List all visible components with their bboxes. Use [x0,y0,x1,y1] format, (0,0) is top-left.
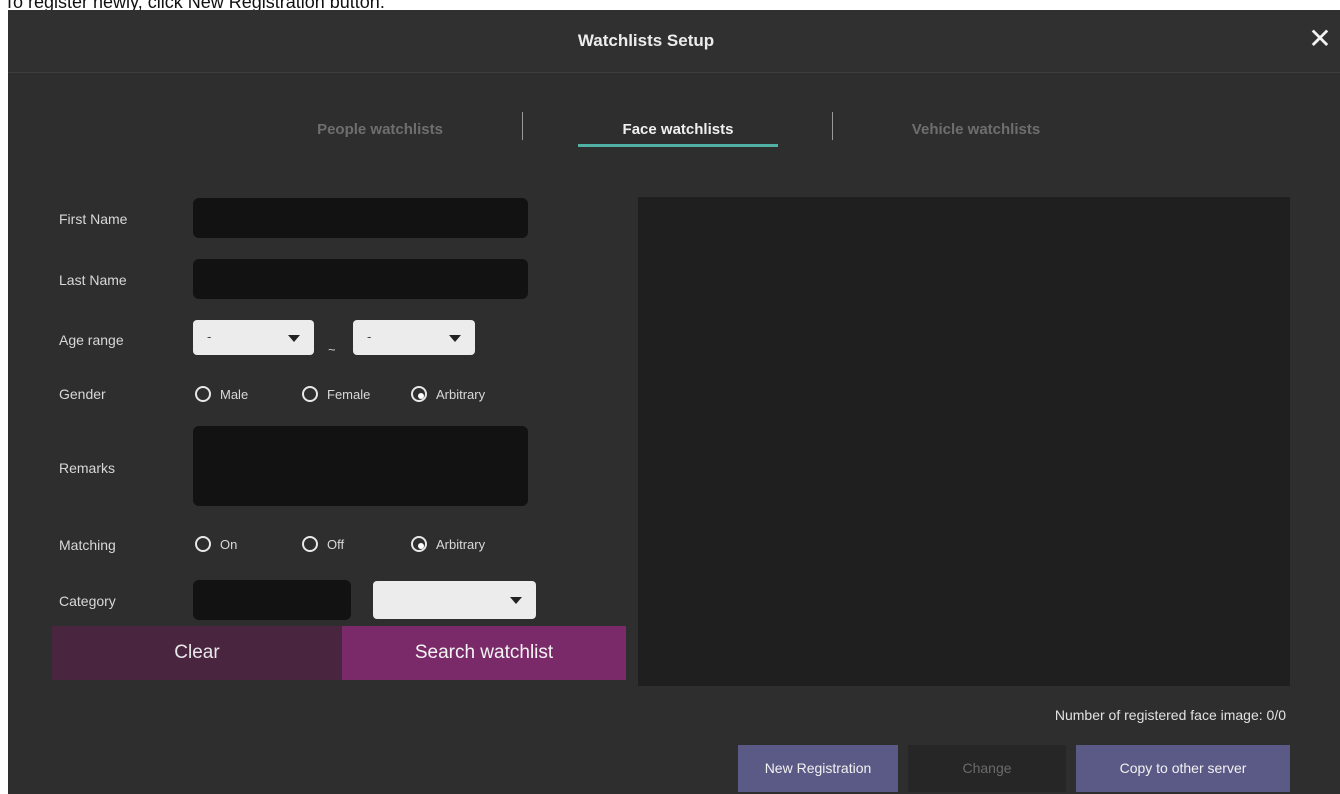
radio-unchecked-icon [195,536,211,552]
change-button[interactable]: Change [908,745,1066,792]
new-registration-button[interactable]: New Registration [738,745,898,792]
face-image-preview [638,197,1290,686]
gender-label: Gender [59,386,106,402]
age-to-select[interactable]: - [353,320,475,355]
watchlists-setup-dialog: Watchlists Setup ✕ People watchlists Fac… [8,10,1340,794]
radio-label: On [220,537,238,552]
radio-unchecked-icon [302,386,318,402]
radio-label: Arbitrary [436,537,486,552]
registered-count-text: Number of registered face image: 0/0 [1054,707,1286,723]
category-select[interactable] [373,581,536,619]
close-icon[interactable]: ✕ [1306,25,1334,54]
tab-face-watchlists[interactable]: Face watchlists [578,118,778,142]
tab-people-watchlists[interactable]: People watchlists [280,118,480,142]
chevron-down-icon [288,335,300,342]
tab-vehicle-watchlists[interactable]: Vehicle watchlists [876,118,1076,142]
last-name-label: Last Name [59,272,127,288]
tab-divider [832,112,833,140]
radio-label: Off [327,537,345,552]
remarks-textarea[interactable] [193,426,528,506]
radio-checked-icon [411,386,427,402]
copy-to-other-server-button[interactable]: Copy to other server [1076,745,1290,792]
radio-label: Female [327,387,371,402]
category-field[interactable] [193,580,351,620]
category-label: Category [59,593,116,609]
dialog-title: Watchlists Setup [577,31,715,50]
matching-label: Matching [59,537,116,553]
last-name-field[interactable] [193,259,528,299]
age-range-separator: ~ [328,342,336,357]
age-from-value: - [207,329,212,344]
clear-button[interactable]: Clear [52,626,342,680]
tab-divider [522,112,523,140]
remarks-label: Remarks [59,460,116,476]
active-tab-indicator [578,144,778,147]
first-name-label: First Name [59,211,128,227]
first-name-field[interactable] [193,198,528,238]
title-bar: Watchlists Setup ✕ [8,10,1340,73]
radio-label: Arbitrary [436,387,486,402]
radio-checked-icon [411,536,427,552]
search-watchlist-button[interactable]: Search watchlist [342,626,626,680]
radio-label: Male [220,387,249,402]
age-to-value: - [367,329,372,344]
radio-unchecked-icon [302,536,318,552]
radio-unchecked-icon [195,386,211,402]
age-from-select[interactable]: - [193,320,314,355]
chevron-down-icon [449,335,461,342]
age-range-label: Age range [59,332,124,348]
chevron-down-icon [510,597,522,604]
